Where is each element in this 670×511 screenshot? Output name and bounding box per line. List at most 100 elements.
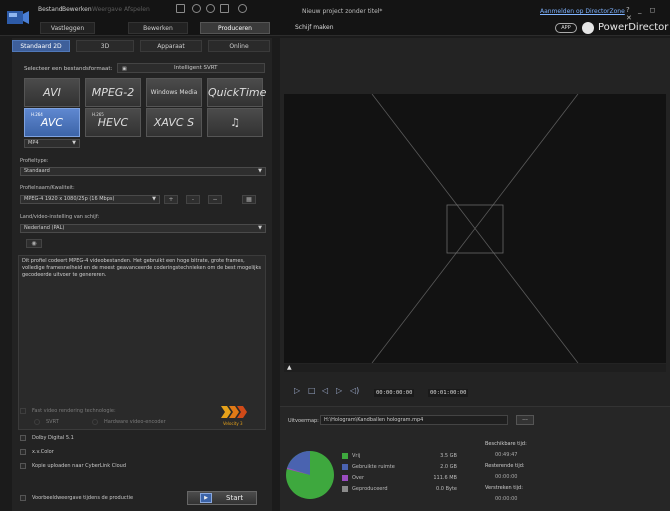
preview-panel: ▲ ▷ □ ◁ ▷ ◁) 00:00:00:00 00:01:00:00 Uit… — [280, 38, 670, 511]
tab-produce[interactable]: Produceren — [200, 22, 270, 34]
previous-frame-icon[interactable]: ◁ — [322, 386, 328, 395]
format-mpeg2-button[interactable]: MPEG-2 — [85, 78, 141, 107]
app-badge[interactable]: APP — [555, 23, 577, 33]
screen-icon[interactable] — [220, 4, 229, 13]
hw-encoder-radio[interactable] — [92, 418, 98, 425]
legend-swatch — [342, 485, 348, 492]
empty-preview-placeholder — [371, 93, 579, 364]
country-value: Nederland (PAL) — [24, 225, 65, 231]
xvcolor-option[interactable]: x.v.Color — [20, 448, 54, 456]
save-icon[interactable] — [176, 4, 185, 13]
fast-rendering-checkbox[interactable] — [20, 407, 26, 414]
tab-3d[interactable]: 3D — [76, 40, 134, 52]
browse-button[interactable]: ... — [516, 415, 534, 425]
format-label: QuickTime — [208, 86, 267, 99]
format-audio-button[interactable]: ♫ — [207, 108, 263, 137]
fast-rendering-option[interactable]: Fast video rendering technologie: — [20, 407, 116, 415]
redo-icon[interactable] — [206, 4, 215, 13]
legend-label: Vrij — [352, 453, 361, 459]
eye-icon[interactable]: ◉ — [26, 239, 42, 248]
total-timecode: 00:01:00:00 — [428, 389, 469, 397]
profile-quality-value: MPEG-4 1920 x 1080/25p (16 Mbps) — [24, 196, 115, 202]
next-frame-icon[interactable]: ▷ — [336, 386, 342, 395]
menu-view[interactable]: Weergave — [92, 6, 122, 13]
video-preview — [284, 93, 666, 364]
profile-quality-select[interactable]: MPEG-4 1920 x 1080/25p (16 Mbps) ▼ — [20, 195, 160, 204]
menu-edit[interactable]: Bewerken — [62, 6, 92, 13]
tab-online[interactable]: Online — [208, 40, 270, 52]
hw-encoder-label: Hardware video-encoder — [104, 419, 166, 425]
window-controls[interactable]: ? _ ◻ ✕ — [626, 6, 670, 22]
gear-icon[interactable] — [238, 4, 247, 13]
legend-swatch — [342, 474, 348, 481]
format-hevc-button[interactable]: H.265 HEVC — [85, 108, 141, 137]
available-time-value: 00:49:47 — [495, 452, 518, 458]
dolby-label: Dolby Digital 5.1 — [32, 435, 74, 441]
edit-profile-button[interactable]: − — [208, 195, 222, 204]
legend-value: 0.0 Byte — [436, 486, 457, 492]
profile-quality-label: Profielnaam/Kwaliteit: — [20, 185, 75, 191]
tab-create-disc[interactable]: Schijf maken — [295, 24, 334, 31]
menu-play[interactable]: Afspelen — [124, 6, 150, 13]
login-link[interactable]: Aanmelden op DirectorZone — [540, 8, 625, 15]
format-label: MPEG-2 — [91, 86, 135, 99]
music-note-icon: ♫ — [230, 116, 240, 129]
xvcolor-label: x.v.Color — [32, 449, 54, 455]
stop-icon[interactable]: □ — [308, 386, 316, 395]
remove-profile-button[interactable]: - — [186, 195, 200, 204]
timeline-slider[interactable]: ▲ — [284, 364, 666, 372]
format-xavcs-button[interactable]: XAVC S — [146, 108, 202, 137]
country-select[interactable]: Nederland (PAL) ▼ — [20, 224, 266, 233]
start-button[interactable]: ▶ Start — [187, 491, 257, 505]
tab-device[interactable]: Apparaat — [140, 40, 202, 52]
format-quicktime-button[interactable]: QuickTime — [207, 78, 267, 107]
legend-produced: Geproduceerd 0.0 Byte — [342, 485, 462, 493]
preview-checkbox[interactable] — [20, 494, 26, 501]
format-avi-button[interactable]: AVI — [24, 78, 80, 107]
play-icon[interactable]: ▷ — [294, 386, 300, 395]
format-sup: H.264 — [31, 112, 43, 117]
cloud-upload-checkbox[interactable] — [20, 462, 26, 469]
legend-over: Over 111.6 MB — [342, 474, 462, 482]
profile-type-select[interactable]: Standaard ▼ — [20, 167, 266, 176]
preview-option[interactable]: Voorbeeldweergave tijdens de productie — [20, 494, 133, 502]
legend-label: Gebruikte ruimte — [352, 464, 395, 470]
legend-value: 3.5 GB — [440, 453, 457, 459]
dolby-option[interactable]: Dolby Digital 5.1 — [20, 434, 74, 442]
start-label: Start — [226, 494, 244, 502]
legend-value: 2.0 GB — [440, 464, 457, 470]
format-sup: H.265 — [92, 112, 104, 117]
undo-icon[interactable] — [192, 4, 201, 13]
tab-standard-2d[interactable]: Standaard 2D — [12, 40, 70, 52]
profile-info-icon[interactable]: ▦ — [242, 195, 256, 204]
xvcolor-checkbox[interactable] — [20, 448, 26, 455]
tab-edit[interactable]: Bewerken — [128, 22, 188, 34]
dolby-checkbox[interactable] — [20, 434, 26, 441]
format-wmv-button[interactable]: Windows Media — [146, 78, 202, 107]
remaining-time-value: 00:00:00 — [495, 474, 518, 480]
container-select[interactable]: MP4 ▼ — [24, 139, 80, 148]
legend-free: Vrij 3.5 GB — [342, 452, 462, 460]
svrt-radio[interactable] — [34, 418, 40, 425]
app-window: Bestand Bewerken Weergave Afspelen Vastl… — [0, 0, 670, 511]
output-path-field[interactable]: H:\Hologram\Kandballen hologram.mp4 — [320, 415, 508, 425]
svrt-option[interactable]: SVRT — [34, 418, 59, 426]
cyberlink-logo-icon — [7, 11, 29, 24]
velocity-label: Velocity 3 — [223, 421, 243, 426]
volume-icon[interactable]: ◁) — [350, 386, 359, 395]
velocity-logo-icon — [221, 406, 247, 418]
tab-capture[interactable]: Vastleggen — [40, 22, 95, 34]
output-folder-label: Uitvoermap: — [288, 418, 319, 424]
slider-knob-icon[interactable]: ▲ — [287, 364, 292, 371]
menu-file[interactable]: Bestand — [38, 6, 63, 13]
hw-encoder-option[interactable]: Hardware video-encoder — [92, 418, 166, 426]
add-profile-button[interactable]: + — [164, 195, 178, 204]
intelligent-svrt-button[interactable]: ▣ Intelligent SVRT — [117, 63, 265, 73]
select-format-label: Selecteer een bestandsformaat: — [24, 66, 113, 72]
cloud-upload-option[interactable]: Kopie uploaden naar CyberLink Cloud — [20, 462, 126, 470]
chevron-down-icon: ▼ — [72, 140, 76, 146]
svrt-icon: ▣ — [122, 66, 127, 72]
format-label: HEVC — [97, 116, 129, 129]
legend-value: 111.6 MB — [433, 475, 457, 481]
format-avc-button[interactable]: H.264 AVC — [24, 108, 80, 137]
